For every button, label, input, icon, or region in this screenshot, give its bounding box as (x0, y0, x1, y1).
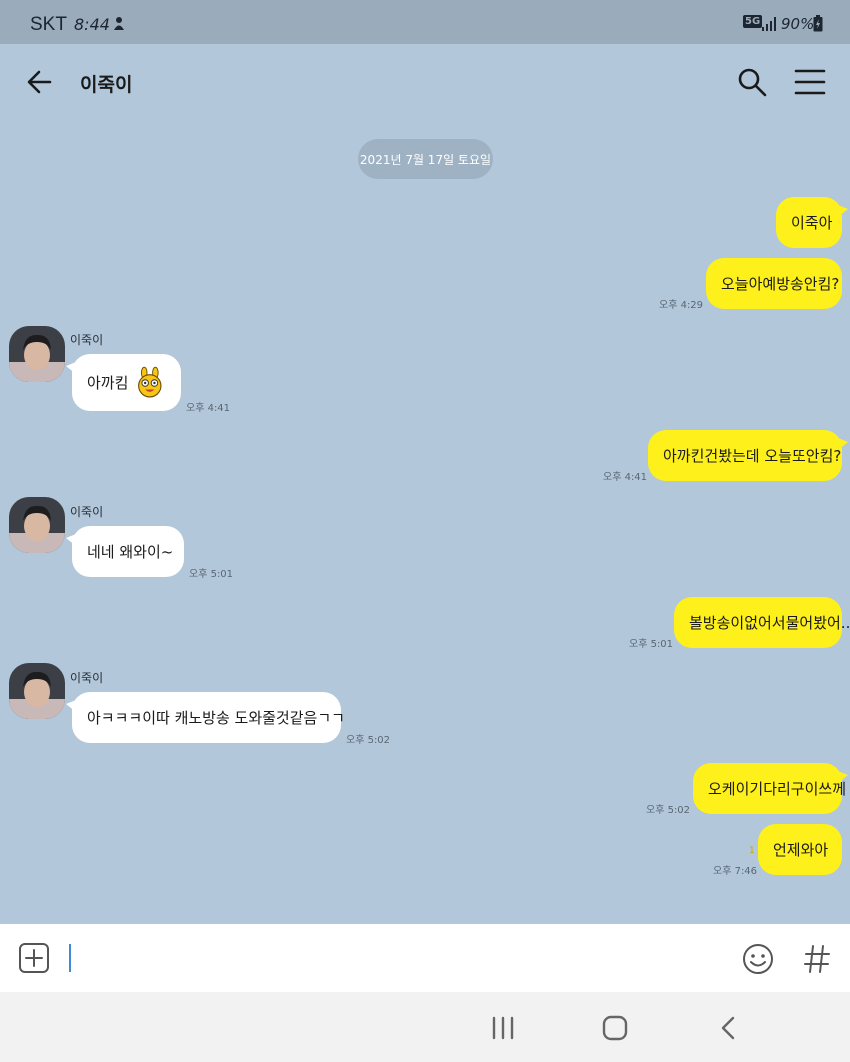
battery-percent: 90% (781, 15, 815, 33)
message-time: 오후 4:29 (659, 300, 704, 311)
date-divider: 2021년 7월 17일 토요일 (358, 139, 493, 179)
my-message-bubble[interactable]: 언제와아 (758, 824, 842, 875)
message-text: 네네 왜와이~ (87, 543, 174, 561)
message-text: 언제와아 (773, 841, 829, 859)
message-text: 아ㅋㅋㅋ이따 캐노방송 도와줄것같음ㄱㄱ (87, 709, 345, 727)
chat-title: 이죽이 (80, 74, 133, 96)
message-time: 오후 5:02 (646, 805, 691, 816)
my-message-bubble[interactable]: 오늘아예방송안킴? (706, 258, 842, 309)
emoji-icon[interactable] (741, 942, 775, 976)
text-cursor (69, 944, 71, 972)
chat-header: 이죽이 (0, 44, 850, 122)
signal-icon (762, 17, 776, 31)
clock: 8:44 (74, 15, 110, 34)
message-text: 이죽아 (791, 214, 833, 232)
message-time: 오후 5:01 (629, 639, 674, 650)
unread-count: 1 (749, 846, 755, 856)
date-divider-label: 2021년 7월 17일 토요일 (359, 152, 492, 167)
avatar[interactable] (9, 326, 65, 382)
message-text: 오케이기다리구이쓰께 (708, 780, 847, 798)
system-nav-bar (0, 992, 850, 1062)
network-badge: 5G (743, 15, 763, 28)
message-time: 오후 5:01 (189, 569, 234, 580)
other-message-bubble[interactable]: 네네 왜와이~ (66, 526, 184, 577)
add-attachment-icon[interactable] (18, 942, 50, 974)
message-time: 오후 5:02 (346, 735, 391, 746)
battery-charging-icon (813, 15, 823, 32)
sender-name: 이죽이 (70, 333, 104, 347)
my-message-bubble[interactable]: 볼방송이없어서물어봤어.. (674, 597, 850, 648)
message-text: 오늘아예방송안킴? (721, 275, 840, 293)
sender-name: 이죽이 (70, 671, 104, 685)
back-arrow-icon[interactable] (24, 66, 56, 98)
my-message-bubble[interactable]: 이죽아 (776, 197, 848, 248)
laughing-bunny-emoticon (138, 366, 162, 397)
message-time: 오후 4:41 (603, 472, 648, 483)
nav-back-icon[interactable] (716, 1015, 740, 1041)
avatar[interactable] (9, 497, 65, 553)
other-message-bubble[interactable]: 아까킴 (66, 354, 181, 411)
home-icon[interactable] (601, 1015, 629, 1041)
sender-name: 이죽이 (70, 505, 104, 519)
message-input[interactable] (74, 940, 714, 976)
recent-apps-icon[interactable] (489, 1015, 517, 1041)
my-message-bubble[interactable]: 아까킨건봤는데 오늘또안킴? (648, 430, 848, 481)
message-time: 오후 7:46 (713, 866, 758, 877)
other-message-bubble[interactable]: 아ㅋㅋㅋ이따 캐노방송 도와줄것같음ㄱㄱ (66, 692, 345, 743)
message-text: 볼방송이없어서물어봤어.. (689, 614, 850, 632)
carrier-label: SKT (30, 14, 67, 35)
message-text: 아까킴 (87, 374, 129, 392)
menu-icon[interactable] (793, 66, 827, 98)
message-time: 오후 4:41 (186, 403, 231, 414)
hashtag-icon[interactable] (802, 942, 832, 976)
avatar[interactable] (9, 663, 65, 719)
search-icon[interactable] (736, 66, 768, 98)
status-bar: SKT 8:44 5G 90% (0, 0, 850, 44)
my-message-bubble[interactable]: 오케이기다리구이쓰께 (693, 763, 848, 814)
message-input-bar (0, 924, 850, 992)
message-text: 아까킨건봤는데 오늘또안킴? (663, 447, 842, 465)
alert-icon (114, 17, 124, 30)
